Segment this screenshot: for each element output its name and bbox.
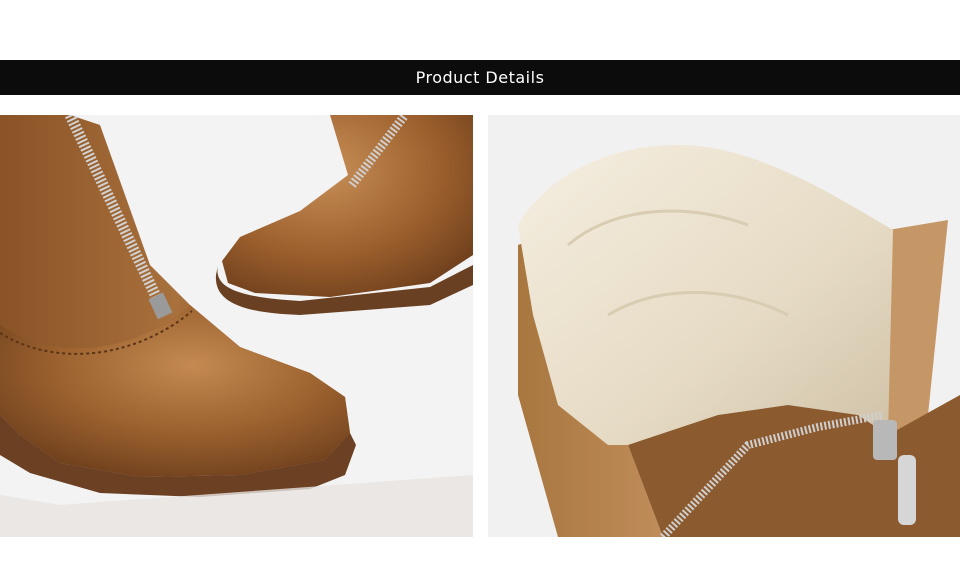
cream-lining — [518, 145, 893, 445]
product-photo-boots-toe — [0, 115, 473, 537]
boot-toe-illustration — [0, 115, 473, 537]
section-title: Product Details — [415, 68, 545, 87]
section-header-banner: Product Details — [0, 60, 960, 95]
product-photo-boot-lining — [488, 115, 960, 537]
zipper-slider — [873, 420, 897, 460]
back-boot-shape — [222, 115, 473, 297]
zipper-pull — [898, 455, 916, 525]
boot-lining-illustration — [518, 145, 960, 537]
